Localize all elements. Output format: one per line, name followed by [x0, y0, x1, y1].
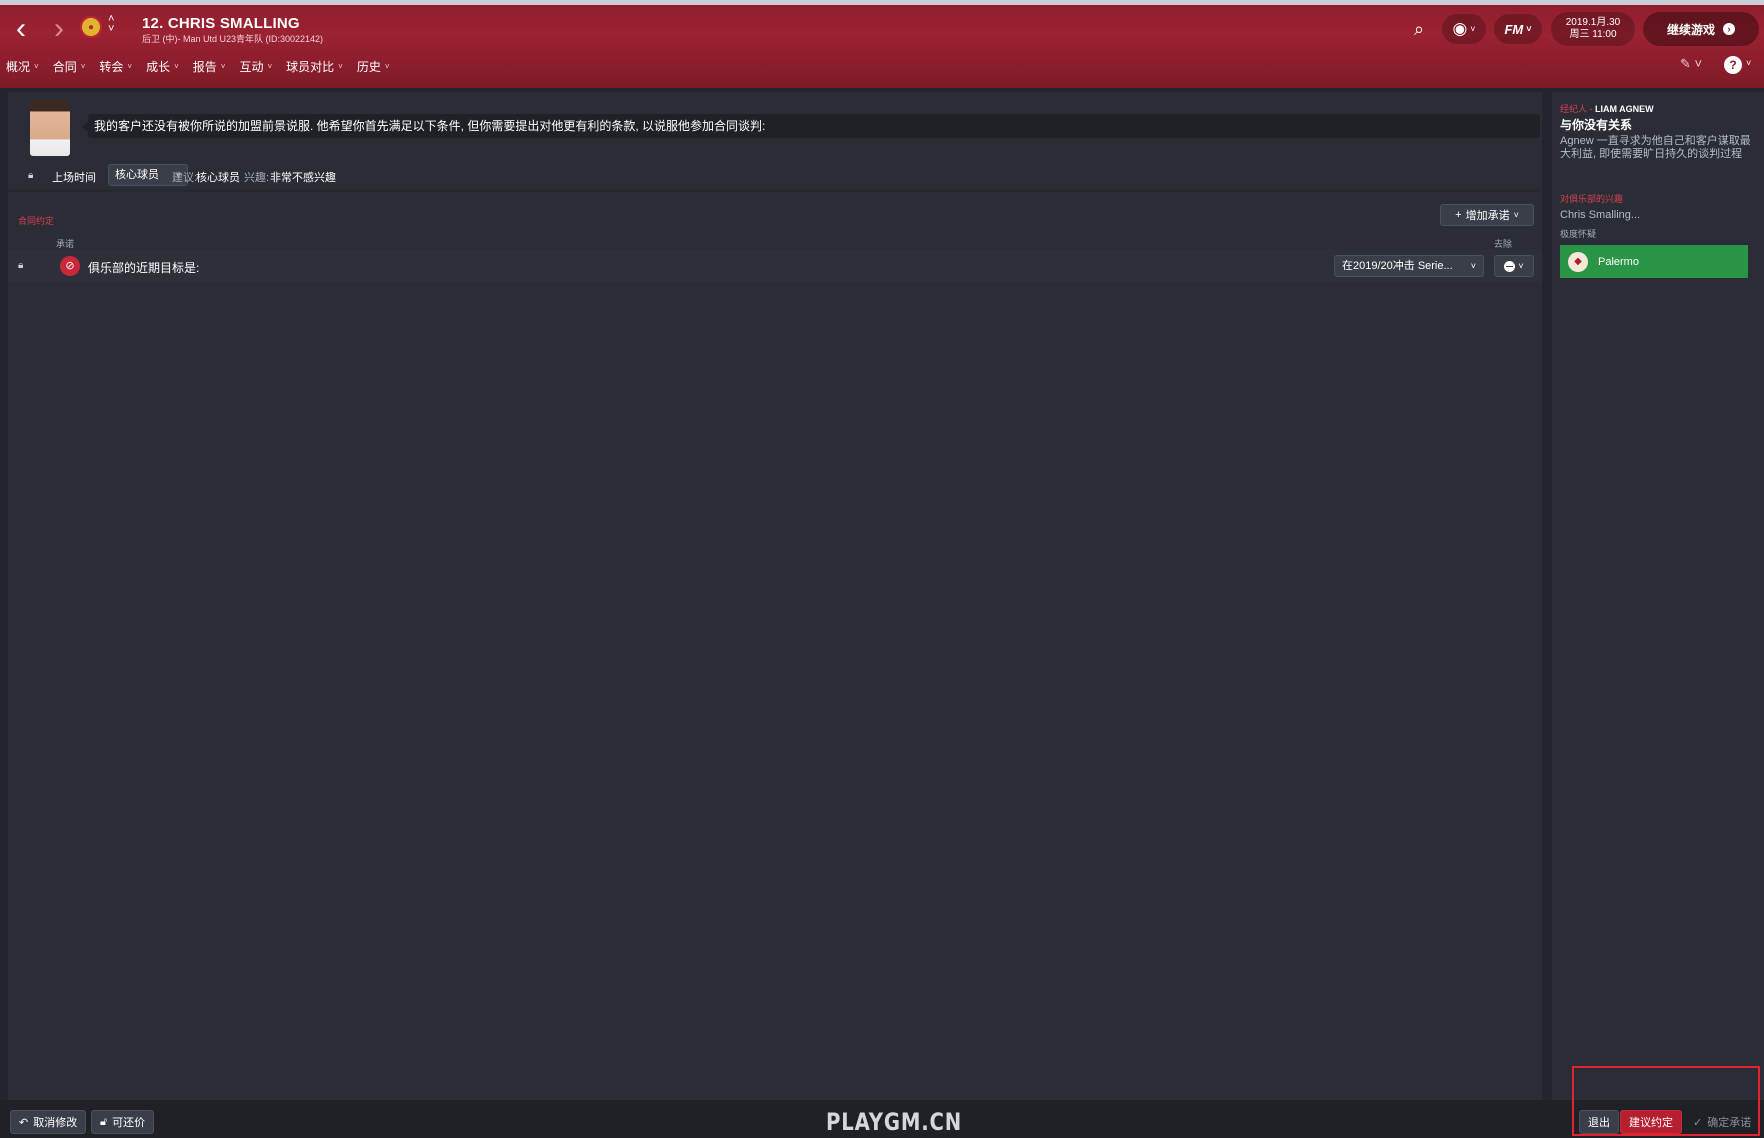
unlock-icon: 🔓︎	[100, 1115, 108, 1128]
fm-menu-button[interactable]: FM ˅	[1494, 14, 1542, 44]
player-avatar	[30, 100, 70, 156]
interest-title: 对俱乐部的兴趣	[1560, 194, 1624, 204]
menu-item-transfer[interactable]: 转会 ˅	[99, 58, 132, 74]
add-promise-label: 增加承诺	[1465, 210, 1510, 222]
forward-arrow-icon[interactable]: ›	[44, 14, 74, 44]
menu-item-development[interactable]: 成长 ˅	[146, 58, 179, 74]
agent-message-section: 我的客户还没有被你所说的加盟前景说服. 他希望你首先满足以下条件, 但你需要提出…	[8, 92, 1542, 192]
agent-name[interactable]: LIAM AGNEW	[1595, 104, 1654, 114]
time-text: 周三 11:00	[1569, 29, 1617, 40]
promise-row: 🔒︎ ⊘ 俱乐部的近期目标是: 在2019/20冲击 Serie... ˅ ˅	[8, 250, 1542, 282]
player-subtitle: 后卫 (中)- Man Utd U23青年队 (ID:30022142)	[142, 34, 324, 44]
undo-icon: ↶	[19, 1116, 29, 1129]
club-card[interactable]: ◆ Palermo	[1560, 245, 1748, 278]
agent-title: 经纪人 - LIAM AGNEW	[1560, 102, 1654, 115]
negotiable-label: 可还价	[112, 1117, 146, 1129]
watermark: PLAYGM.CN	[826, 1108, 963, 1136]
club-crest-icon[interactable]: ●	[80, 16, 102, 38]
menu-item-overview[interactable]: 概况 ˅	[6, 58, 39, 74]
column-header-promise: 承诺	[56, 239, 75, 249]
undo-button[interactable]: ↶ 取消修改	[10, 1110, 87, 1134]
menu-item-history[interactable]: 历史 ˅	[357, 58, 390, 74]
highlight-box	[1572, 1066, 1760, 1136]
tools-icon[interactable]: ✎ ˅	[1680, 56, 1702, 72]
date-text: 2019.1月.30	[1565, 17, 1621, 28]
fm-logo: FM	[1504, 21, 1524, 37]
club-badge-icon: ⊘	[60, 256, 80, 276]
suggestion-value: 核心球员	[196, 172, 240, 184]
club-name: Palermo	[1598, 255, 1639, 268]
game-date[interactable]: 2019.1月.30 周三 11:00	[1551, 12, 1635, 46]
agent-side-panel: 经纪人 - LIAM AGNEW 与你没有关系 Agnew 一直寻求为他自己和客…	[1552, 92, 1764, 1100]
remove-promise-button[interactable]: ˅	[1494, 255, 1534, 277]
playing-time-label: 上场时间	[52, 172, 96, 184]
interest-player: Chris Smalling...	[1560, 209, 1641, 221]
agent-prefix: 经纪人 -	[1560, 104, 1595, 114]
plus-icon: +	[1455, 209, 1462, 221]
sub-menu: 概况 ˅ 合同 ˅ 转会 ˅ 成长 ˅ 报告 ˅ 互动 ˅ 球员对比 ˅ 历史 ˅	[0, 58, 398, 74]
column-header-remove: 去除	[1494, 239, 1513, 249]
playing-time-value: 核心球员	[115, 169, 159, 181]
search-icon[interactable]: ⌕	[1404, 14, 1434, 44]
bottom-bar: ↶ 取消修改 🔓︎ 可还价 PLAYGM.CN 退出 建议约定 ✓ 确定承诺	[0, 1100, 1764, 1138]
negotiable-button[interactable]: 🔓︎ 可还价	[91, 1110, 155, 1134]
interest-level: 极度怀疑	[1560, 229, 1597, 239]
lock-icon: 🔒︎	[28, 170, 34, 181]
continue-button[interactable]: 继续游戏 ›	[1643, 12, 1759, 46]
top-header: ‹ › ● ˄ ˅ 12. CHRIS SMALLING 后卫 (中)- Man …	[0, 0, 1764, 88]
world-icon[interactable]: ◉ ˅	[1442, 14, 1486, 44]
page-title: 12. CHRIS SMALLING	[142, 15, 300, 32]
agent-relation: 与你没有关系	[1560, 118, 1633, 132]
palermo-crest-icon: ◆	[1568, 251, 1588, 272]
promise-value-select[interactable]: 在2019/20冲击 Serie... ˅	[1334, 255, 1484, 277]
section-title-promises: 合同约定	[18, 216, 55, 226]
interest-label: 兴趣:	[244, 172, 270, 184]
window-strip	[0, 0, 1764, 5]
playing-time-row: 🔒︎ 上场时间 核心球员 ˅ 建议: 核心球员 兴趣: 非常不感兴趣	[8, 164, 508, 188]
continue-label: 继续游戏	[1666, 22, 1715, 37]
chevron-down-icon: ˅	[1518, 261, 1524, 271]
suggestion-label: 建议:	[172, 172, 198, 184]
menu-item-reports[interactable]: 报告 ˅	[193, 58, 226, 74]
menu-item-contract[interactable]: 合同 ˅	[53, 58, 86, 74]
chevron-down-icon: ˅	[1470, 261, 1476, 271]
back-arrow-icon[interactable]: ‹	[6, 14, 36, 44]
promise-text: 俱乐部的近期目标是:	[88, 261, 200, 275]
chevron-down-icon: ˅	[1513, 210, 1519, 220]
arrow-right-icon: ›	[1723, 23, 1735, 35]
help-icon[interactable]: ?	[1724, 56, 1742, 74]
minus-circle-icon	[1504, 260, 1516, 272]
chevron-down-icon[interactable]: ˅	[1746, 58, 1751, 68]
interest-value: 非常不感兴趣	[270, 172, 336, 184]
menu-item-compare[interactable]: 球员对比 ˅	[286, 58, 343, 74]
promise-value: 在2019/20冲击 Serie...	[1342, 260, 1453, 272]
lock-icon: 🔒︎	[18, 260, 24, 271]
agent-description: Agnew 一直寻求为他自己和客户谋取最大利益, 即使需要旷日持久的谈判过程	[1560, 135, 1751, 160]
negotiation-panel: 我的客户还没有被你所说的加盟前景说服. 他希望你首先满足以下条件, 但你需要提出…	[8, 92, 1542, 1100]
agent-message: 我的客户还没有被你所说的加盟前景说服. 他希望你首先满足以下条件, 但你需要提出…	[82, 114, 1540, 138]
undo-label: 取消修改	[33, 1117, 78, 1129]
add-promise-button[interactable]: + 增加承诺 ˅	[1440, 204, 1534, 226]
player-switch-icon[interactable]: ˄ ˅	[108, 14, 114, 35]
menu-item-interaction[interactable]: 互动 ˅	[239, 58, 272, 74]
